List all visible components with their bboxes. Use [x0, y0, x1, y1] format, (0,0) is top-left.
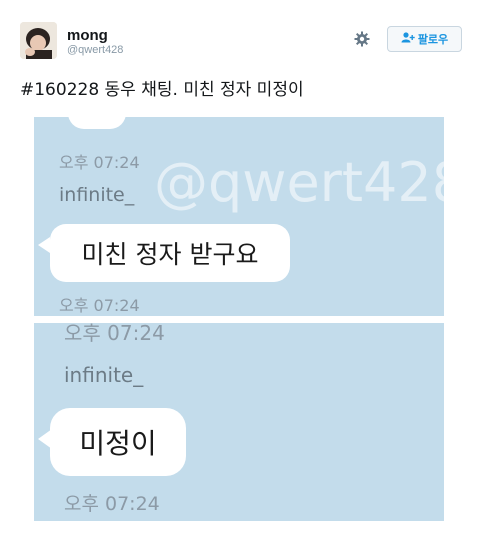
message-text: 미정이: [79, 427, 157, 460]
author-name[interactable]: mong: [67, 27, 108, 44]
author-handle[interactable]: @qwert428: [67, 44, 123, 56]
avatar[interactable]: [20, 22, 57, 59]
message-text: 미친 정자 받구요: [81, 240, 259, 269]
message-time: 오후 07:24: [64, 493, 160, 515]
chat-screenshot-2[interactable]: 오후 07:24 infinite_ 미정이 오후 07:24: [34, 323, 444, 521]
bubble-tail: [38, 237, 50, 253]
follow-button[interactable]: 팔로우: [387, 26, 462, 52]
message-bubble: 미친 정자 받구요: [50, 224, 290, 282]
tweet-text: #160228 동우 채팅. 미친 정자 미정이: [20, 80, 304, 100]
message-time: 오후 07:24: [59, 296, 140, 315]
chat-screenshot-1[interactable]: 오후 07:24 @qwert428 infinite_ 미친 정자 받구요 오…: [34, 117, 444, 316]
follow-label: 팔로우: [417, 33, 449, 46]
tweet-header: mong @qwert428 팔로우: [20, 22, 462, 62]
add-user-icon: [401, 32, 415, 46]
sender-name: infinite_: [59, 184, 135, 206]
watermark: @qwert428: [154, 151, 444, 214]
gear-icon[interactable]: [353, 30, 371, 48]
cut-off-bubble: [68, 117, 126, 129]
message-time: 오후 07:24: [59, 153, 140, 172]
message-bubble: 미정이: [50, 408, 186, 476]
message-time: 오후 07:24: [64, 323, 165, 345]
sender-name: infinite_: [64, 363, 144, 387]
